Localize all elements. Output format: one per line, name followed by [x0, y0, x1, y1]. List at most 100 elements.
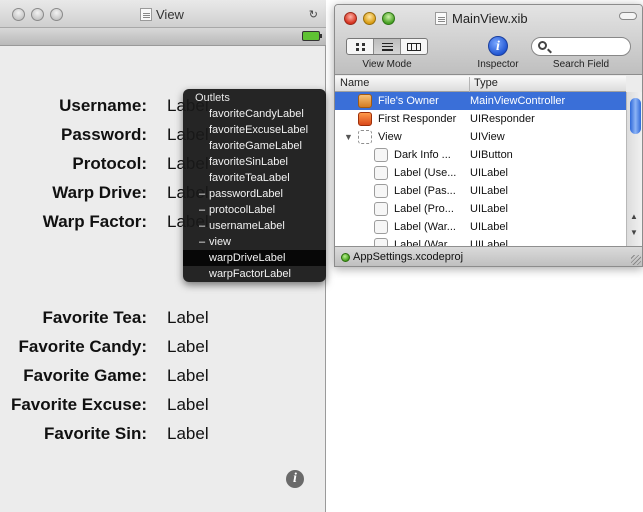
xib-document-window: MainView.xib View Mode i Inspector Searc…	[334, 4, 643, 267]
outline-row[interactable]: Label (War... UILabel	[335, 218, 626, 236]
object-name: Label (War...	[394, 239, 456, 246]
rotate-icon[interactable]: ↻	[309, 8, 318, 21]
object-type: UIView	[470, 131, 505, 143]
object-type: UIResponder	[470, 113, 535, 125]
form-label: Favorite Sin:	[44, 424, 147, 443]
outlet-name: favoriteCandyLabel	[209, 108, 304, 120]
object-name: File's Owner	[378, 95, 439, 107]
outlet-name: favoriteTeaLabel	[209, 172, 290, 184]
form-label: Password:	[61, 125, 147, 144]
outlet-item[interactable]: – passwordLabel	[183, 186, 326, 202]
column-header-type[interactable]: Type	[469, 77, 498, 92]
outlet-item[interactable]: warpFactorLabel	[183, 266, 326, 282]
column-header-name[interactable]: Name	[340, 77, 369, 89]
connected-marker-icon: –	[199, 220, 206, 232]
disclosure-triangle-icon[interactable]: ▼	[344, 128, 353, 146]
outlet-name: warpDriveLabel	[209, 252, 286, 264]
first-responder-icon	[358, 112, 372, 126]
resize-grip-icon[interactable]	[631, 255, 641, 265]
column-view-segment[interactable]	[401, 39, 427, 54]
object-icon	[374, 166, 388, 180]
object-type: UILabel	[470, 185, 508, 197]
project-status-icon	[341, 253, 350, 262]
scroll-up-arrow-icon[interactable]: ▲	[630, 212, 638, 221]
xib-zoom-button[interactable]	[382, 12, 395, 25]
close-button[interactable]	[12, 8, 25, 21]
object-type: UILabel	[470, 221, 508, 233]
form-label: Favorite Tea:	[42, 308, 147, 327]
form-value-label[interactable]: Label	[167, 395, 209, 415]
battery-icon	[302, 31, 322, 41]
outlet-item[interactable]: – protocolLabel	[183, 202, 326, 218]
inspector-label: Inspector	[477, 59, 519, 70]
form-value-label[interactable]: Label	[167, 424, 209, 444]
outline-row[interactable]: File's Owner MainViewController	[335, 92, 626, 110]
simulated-status-bar	[0, 28, 326, 46]
document-icon	[140, 8, 152, 21]
object-type: MainViewController	[470, 95, 566, 107]
outlet-name: protocolLabel	[209, 204, 276, 216]
outlet-name: passwordLabel	[209, 188, 283, 200]
xib-window-title: MainView.xib	[435, 11, 528, 26]
object-name: View	[378, 131, 402, 143]
object-name: Label (Pro...	[394, 203, 454, 215]
outlet-item[interactable]: warpDriveLabel	[183, 250, 326, 266]
outlet-name: usernameLabel	[209, 220, 285, 232]
object-type: UIButton	[470, 149, 513, 161]
xib-toolbar: MainView.xib View Mode i Inspector Searc…	[335, 5, 642, 75]
outlet-item[interactable]: favoriteCandyLabel	[183, 106, 326, 122]
outline-row[interactable]: Label (War... UILabel	[335, 236, 626, 246]
xib-minimize-button[interactable]	[363, 12, 376, 25]
scroll-thumb[interactable]	[630, 98, 641, 134]
connected-marker-icon: –	[199, 204, 206, 216]
form-value-label[interactable]: Label	[167, 337, 209, 357]
icon-view-segment[interactable]	[347, 39, 374, 54]
zoom-button[interactable]	[50, 8, 63, 21]
info-icon[interactable]: i	[286, 470, 304, 488]
outline-row[interactable]: Dark Info ... UIButton	[335, 146, 626, 164]
files-owner-icon	[358, 94, 372, 108]
form-value-label[interactable]: Label	[167, 366, 209, 386]
object-icon	[374, 238, 388, 246]
view-icon	[358, 130, 372, 144]
object-icon	[374, 184, 388, 198]
xib-close-button[interactable]	[344, 12, 357, 25]
outline-row[interactable]: Label (Pas... UILabel	[335, 182, 626, 200]
outlet-name: view	[209, 236, 232, 248]
object-type: UILabel	[470, 239, 508, 246]
toolbar-toggle-button[interactable]	[619, 12, 637, 20]
outline-row[interactable]: ▼ View UIView	[335, 128, 626, 146]
view-mode-control[interactable]	[346, 38, 428, 55]
project-name: AppSettings.xcodeproj	[353, 251, 464, 263]
form-label: Warp Drive:	[52, 183, 147, 202]
scroll-down-arrow-icon[interactable]: ▼	[630, 228, 638, 237]
outline-row[interactable]: Label (Pro... UILabel	[335, 200, 626, 218]
search-field-label: Search Field	[552, 59, 610, 70]
outline-row[interactable]: Label (Use... UILabel	[335, 164, 626, 182]
outlet-item[interactable]: – usernameLabel	[183, 218, 326, 234]
minimize-button[interactable]	[31, 8, 44, 21]
outlet-item[interactable]: favoriteGameLabel	[183, 138, 326, 154]
xib-window-controls	[344, 12, 395, 25]
outlet-name: favoriteGameLabel	[209, 140, 302, 152]
column-view-icon	[407, 42, 421, 51]
outlet-name: warpFactorLabel	[209, 268, 291, 280]
icon-view-icon	[355, 42, 365, 51]
inspector-icon[interactable]: i	[488, 36, 508, 56]
xib-document-icon	[435, 12, 447, 25]
form-label: Favorite Game:	[23, 366, 147, 385]
outline-row[interactable]: First Responder UIResponder	[335, 110, 626, 128]
outlet-item[interactable]: favoriteTeaLabel	[183, 170, 326, 186]
list-view-segment[interactable]	[374, 39, 401, 54]
search-input[interactable]	[531, 37, 631, 56]
view-titlebar[interactable]: View ↻	[0, 0, 326, 28]
object-icon	[374, 220, 388, 234]
outlet-item[interactable]: favoriteExcuseLabel	[183, 122, 326, 138]
outlet-item[interactable]: – view	[183, 234, 326, 250]
connected-marker-icon: –	[199, 188, 206, 200]
form-value-label[interactable]: Label	[167, 308, 209, 328]
object-type: UILabel	[470, 167, 508, 179]
outlet-item[interactable]: favoriteSinLabel	[183, 154, 326, 170]
vertical-scrollbar[interactable]: ▲ ▼	[626, 92, 642, 246]
xib-title-text: MainView.xib	[452, 11, 528, 26]
